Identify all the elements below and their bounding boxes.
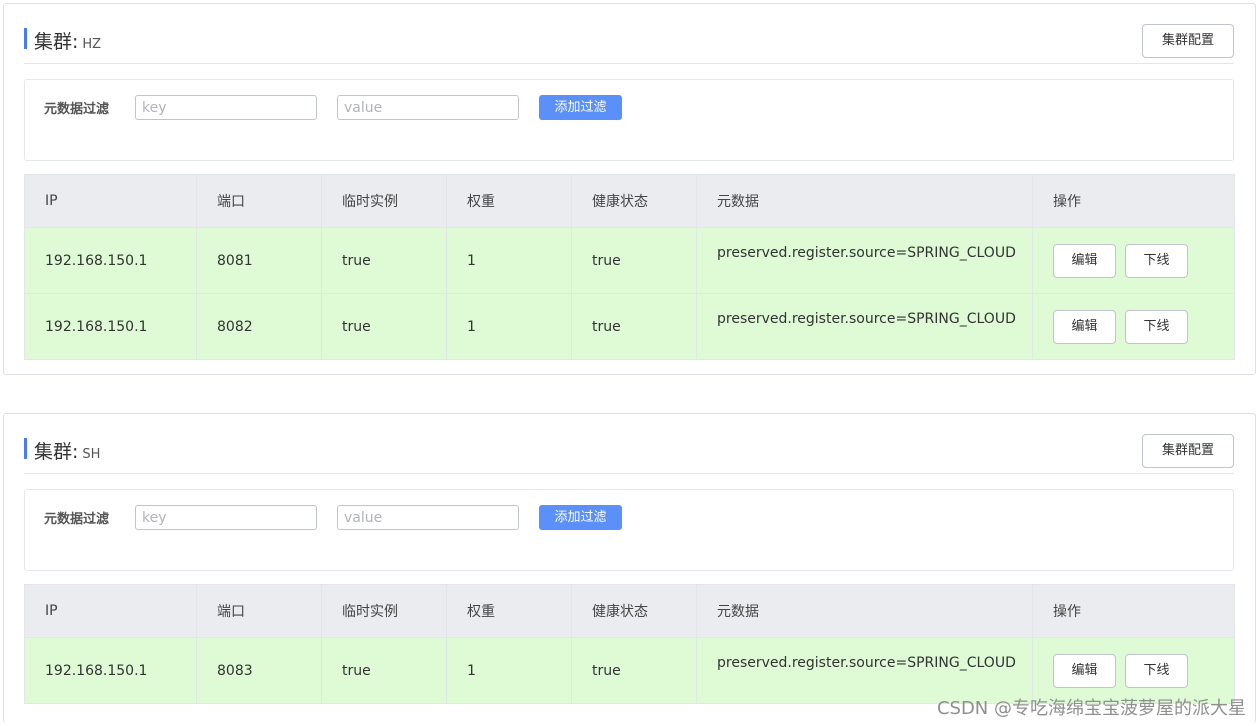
offline-button[interactable]: 下线 xyxy=(1125,243,1188,278)
offline-button[interactable]: 下线 xyxy=(1125,309,1188,344)
cell-metadata: preserved.register.source=SPRING_CLOUD xyxy=(696,227,1033,294)
cell-metadata: preserved.register.source=SPRING_CLOUD xyxy=(696,293,1033,360)
cell-healthy: true xyxy=(571,227,697,294)
column-header-health: 健康状态 xyxy=(571,174,697,228)
cluster-header: 集群: SH 集群配置 xyxy=(24,432,1234,474)
metadata-filter-label: 元数据过滤 xyxy=(44,102,110,117)
instance-table: IP 端口 临时实例 权重 健康状态 元数据 操作 192.168.150.1 … xyxy=(24,584,1235,704)
cell-port: 8081 xyxy=(196,227,322,294)
add-filter-button[interactable]: 添加过滤 xyxy=(539,95,622,120)
filter-value-input[interactable] xyxy=(337,95,519,120)
cell-ip: 192.168.150.1 xyxy=(24,637,197,704)
column-header-actions: 操作 xyxy=(1032,584,1235,638)
cluster-header: 集群: HZ 集群配置 xyxy=(24,22,1234,64)
cell-weight: 1 xyxy=(446,637,572,704)
edit-button[interactable]: 编辑 xyxy=(1053,309,1116,344)
table-row: 192.168.150.1 8081 true 1 true preserved… xyxy=(24,227,1235,294)
cluster-name: HZ xyxy=(82,37,102,52)
column-header-health: 健康状态 xyxy=(571,584,697,638)
title-accent-bar xyxy=(24,438,27,459)
cluster-config-button[interactable]: 集群配置 xyxy=(1142,24,1234,58)
column-header-metadata: 元数据 xyxy=(696,174,1033,228)
cell-weight: 1 xyxy=(446,227,572,294)
cluster-name: SH xyxy=(82,447,101,462)
cluster-card-sh: 集群:SH 集群配置 元数据过滤 添加过滤 IP 端口 临时实例 权重 健康状态… xyxy=(3,413,1256,723)
table-header-row: IP 端口 临时实例 权重 健康状态 元数据 操作 xyxy=(24,174,1235,228)
cluster-title-label: 集群: xyxy=(34,441,79,463)
cell-weight: 1 xyxy=(446,293,572,360)
cell-actions: 编辑 下线 xyxy=(1032,293,1235,360)
cell-ephemeral: true xyxy=(321,293,447,360)
cell-port: 8082 xyxy=(196,293,322,360)
watermark: CSDN @专吃海绵宝宝菠萝屋的派大星 xyxy=(936,698,1246,719)
edit-button[interactable]: 编辑 xyxy=(1053,653,1116,688)
filter-key-input[interactable] xyxy=(135,505,317,530)
instance-table: IP 端口 临时实例 权重 健康状态 元数据 操作 192.168.150.1 … xyxy=(24,174,1235,360)
metadata-filter-panel: 元数据过滤 添加过滤 xyxy=(24,79,1234,161)
cell-healthy: true xyxy=(571,637,697,704)
cell-port: 8083 xyxy=(196,637,322,704)
column-header-ip: IP xyxy=(24,584,197,638)
cell-actions: 编辑 下线 xyxy=(1032,227,1235,294)
cluster-title: 集群: HZ xyxy=(34,27,101,54)
cell-ephemeral: true xyxy=(321,637,447,704)
metadata-filter-label: 元数据过滤 xyxy=(44,512,110,527)
title-accent-bar xyxy=(24,28,27,49)
column-header-metadata: 元数据 xyxy=(696,584,1033,638)
cell-ip: 192.168.150.1 xyxy=(24,227,197,294)
table-row: 192.168.150.1 8082 true 1 true preserved… xyxy=(24,293,1235,360)
column-header-ip: IP xyxy=(24,174,197,228)
cell-healthy: true xyxy=(571,293,697,360)
cluster-card-hz: 集群:HZ 集群配置 元数据过滤 添加过滤 IP 端口 临时实例 权重 健康状态… xyxy=(3,3,1256,375)
offline-button[interactable]: 下线 xyxy=(1125,653,1188,688)
column-header-weight: 权重 xyxy=(446,174,572,228)
column-header-ephemeral: 临时实例 xyxy=(321,584,447,638)
column-header-weight: 权重 xyxy=(446,584,572,638)
column-header-ephemeral: 临时实例 xyxy=(321,174,447,228)
filter-key-input[interactable] xyxy=(135,95,317,120)
filter-value-input[interactable] xyxy=(337,505,519,530)
cell-ip: 192.168.150.1 xyxy=(24,293,197,360)
cluster-title-label: 集群: xyxy=(34,31,79,53)
cluster-title: 集群: SH xyxy=(34,437,100,464)
column-header-port: 端口 xyxy=(196,584,322,638)
table-header-row: IP 端口 临时实例 权重 健康状态 元数据 操作 xyxy=(24,584,1235,638)
cluster-config-button[interactable]: 集群配置 xyxy=(1142,434,1234,468)
metadata-filter-panel: 元数据过滤 添加过滤 xyxy=(24,489,1234,571)
add-filter-button[interactable]: 添加过滤 xyxy=(539,505,622,530)
column-header-port: 端口 xyxy=(196,174,322,228)
edit-button[interactable]: 编辑 xyxy=(1053,243,1116,278)
cell-ephemeral: true xyxy=(321,227,447,294)
column-header-actions: 操作 xyxy=(1032,174,1235,228)
